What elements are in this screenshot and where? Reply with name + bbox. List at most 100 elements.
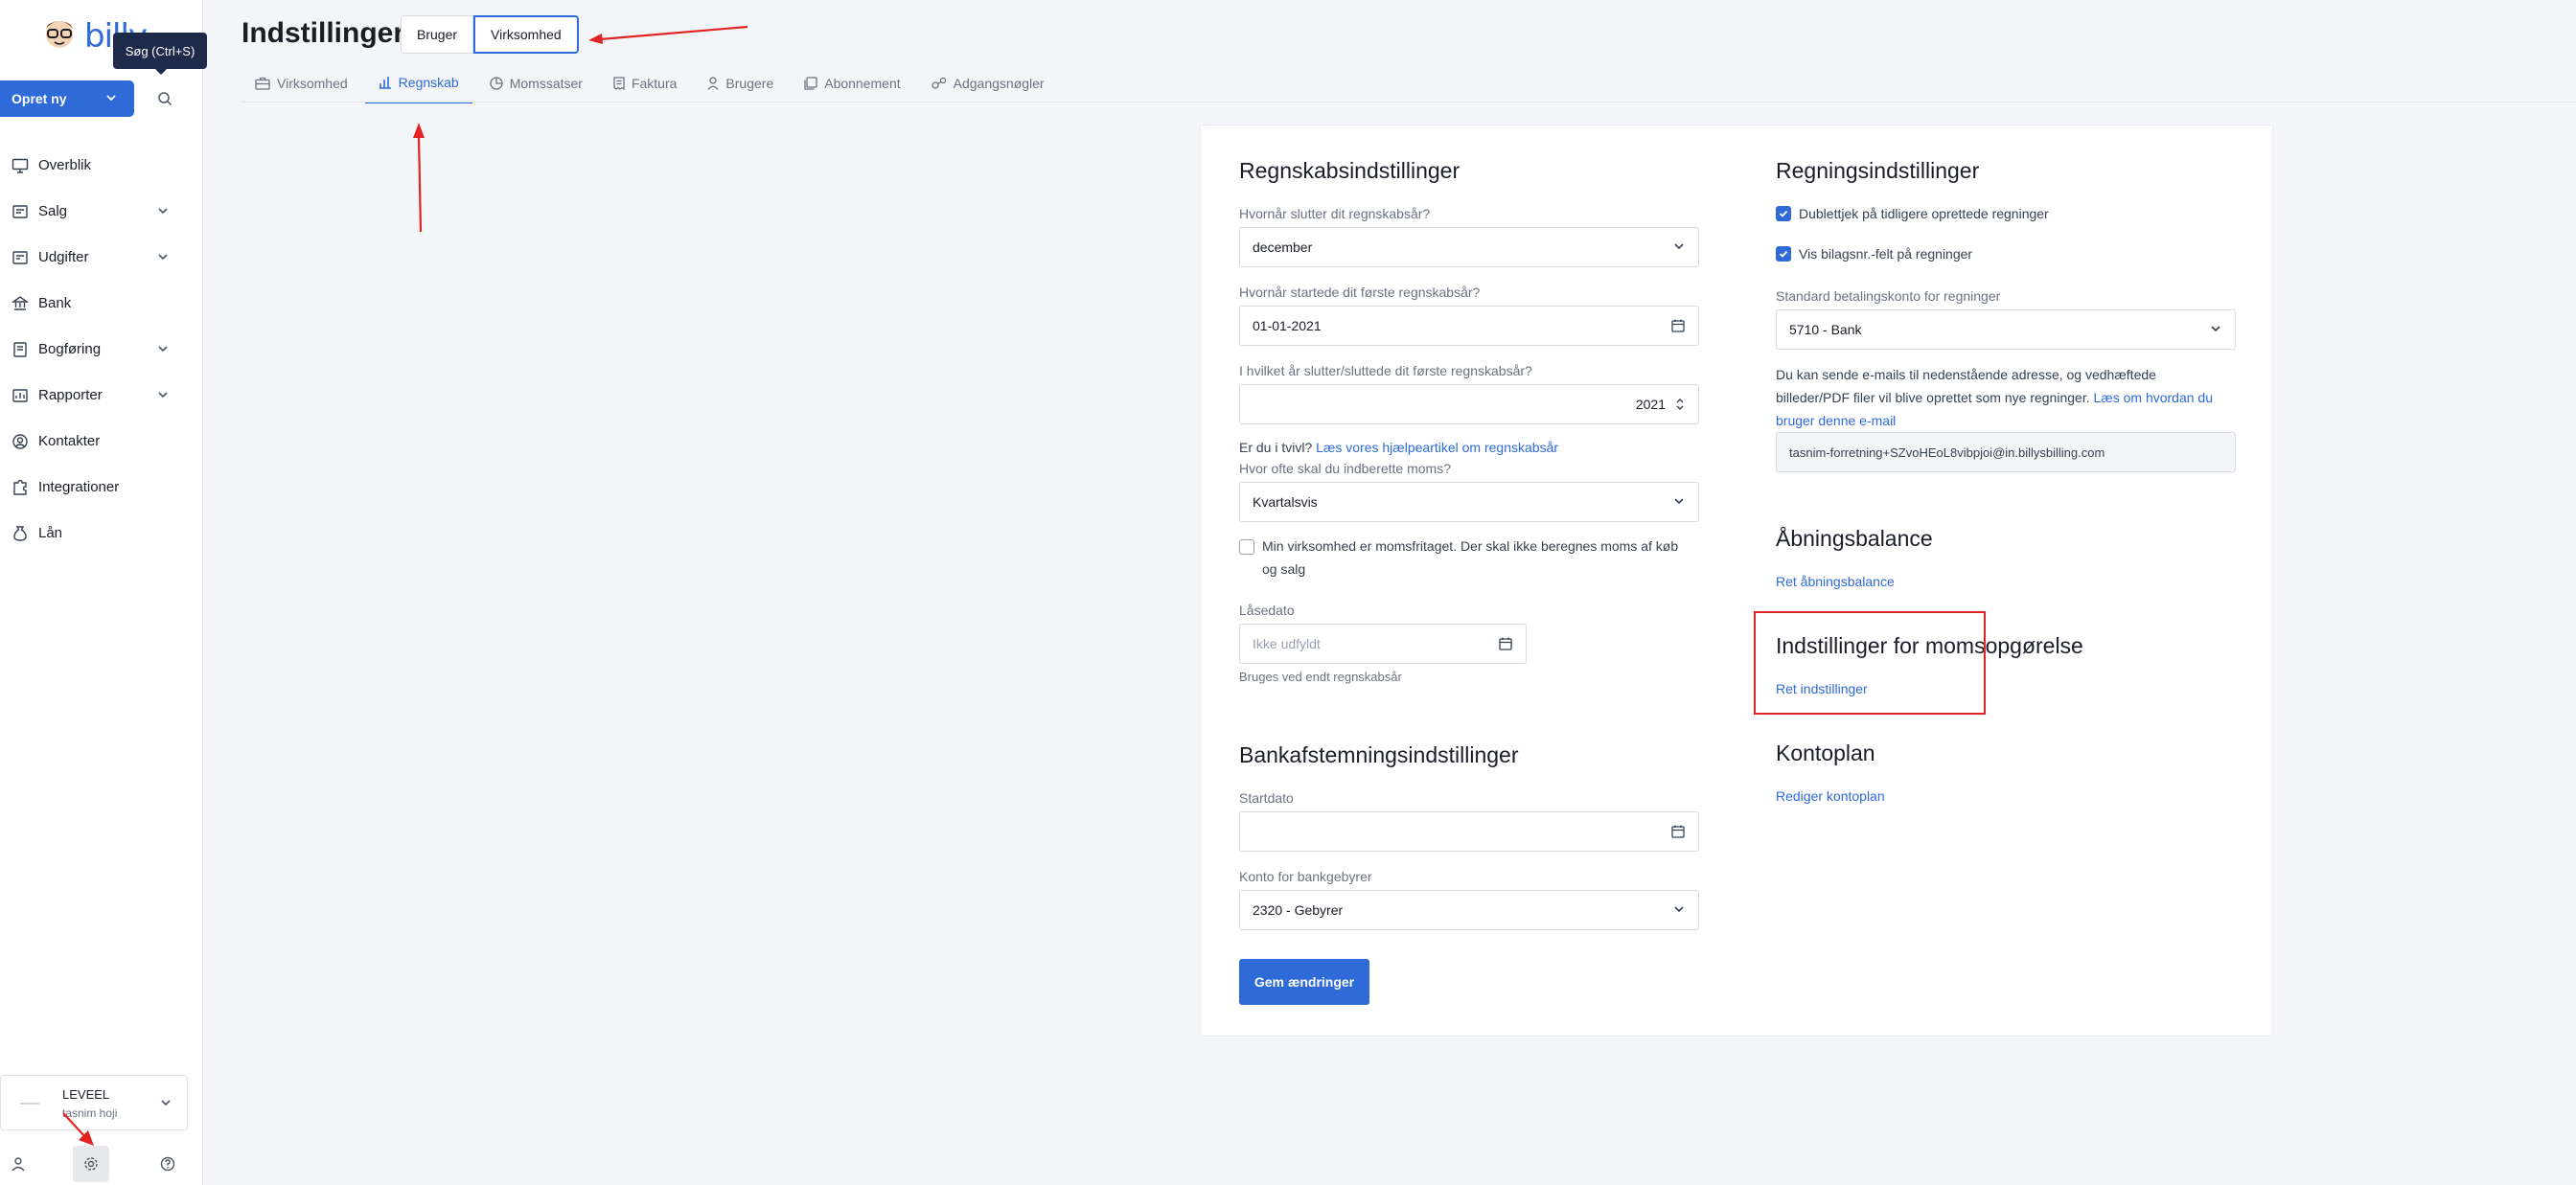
chevron-down-icon bbox=[106, 95, 116, 102]
bill-email-address-field[interactable]: tasnim-forretning+SZvoHEoL8vibpjoi@in.bi… bbox=[1776, 432, 2236, 472]
create-new-label: Opret ny bbox=[12, 91, 67, 106]
briefcase-icon bbox=[255, 77, 270, 90]
vat-exempt-checkbox[interactable] bbox=[1239, 539, 1254, 555]
show-voucher-label: Vis bilagsnr.-felt på regninger bbox=[1799, 246, 1973, 262]
first-fiscal-year-start-value: 01-01-2021 bbox=[1253, 318, 1322, 333]
save-button[interactable]: Gem ændringer bbox=[1239, 959, 1369, 1005]
bank-icon bbox=[12, 296, 29, 310]
sidebar-item-integrationer[interactable]: Integrationer bbox=[0, 464, 203, 510]
user-icon bbox=[12, 1157, 25, 1172]
email-help-link-part-2[interactable]: bruger denne e-mail bbox=[1776, 413, 1896, 428]
sidebar-item-label: Bogføring bbox=[38, 340, 102, 357]
tab-virksomhed[interactable]: Virksomhed bbox=[242, 63, 361, 103]
sidebar-item-rapporter[interactable]: Rapporter bbox=[0, 372, 203, 418]
annotation-arrow-segment bbox=[588, 25, 748, 44]
help-article-link[interactable]: Læs vores hjælpeartikel om regnskabsår bbox=[1316, 440, 1558, 455]
tab-regnskab[interactable]: Regnskab bbox=[364, 63, 472, 103]
profile-button[interactable] bbox=[0, 1146, 36, 1182]
duplicate-check-label: Dublettjek på tidligere oprettede regnin… bbox=[1799, 206, 2049, 221]
bank-fee-account-label: Konto for bankgebyrer bbox=[1239, 869, 1372, 884]
annotation-arrow-settings bbox=[62, 1112, 94, 1146]
fiscal-year-end-value: december bbox=[1253, 239, 1313, 255]
sidebar-item-kontakter[interactable]: Kontakter bbox=[0, 418, 203, 464]
org-avatar-icon bbox=[20, 1103, 39, 1105]
email-help-link-part-1[interactable]: Læs om hvordan du bbox=[2093, 390, 2213, 405]
sidebar-item-bogforing[interactable]: Bogføring bbox=[0, 326, 203, 372]
sidebar-item-salg[interactable]: Salg bbox=[0, 188, 203, 234]
vat-exempt-line-1: Min virksomhed er momsfritaget. Der skal… bbox=[1262, 538, 1679, 554]
first-fiscal-year-end-label: I hvilket år slutter/sluttede dit første… bbox=[1239, 363, 1532, 378]
sidebar-item-udgifter[interactable]: Udgifter bbox=[0, 234, 203, 280]
first-fiscal-year-end-value: 2021 bbox=[1635, 397, 1666, 412]
start-date-input[interactable] bbox=[1239, 811, 1699, 852]
tab-adgangsnogler[interactable]: Adgangsnøgler bbox=[918, 63, 1058, 103]
first-fiscal-year-start-input[interactable]: 01-01-2021 bbox=[1239, 306, 1699, 346]
opening-balance-title: Åbningsbalance bbox=[1776, 526, 1933, 551]
segment-virksomhed[interactable]: Virksomhed bbox=[473, 15, 579, 54]
fiscal-year-end-select[interactable]: december bbox=[1239, 227, 1699, 267]
tab-label: Brugere bbox=[725, 76, 774, 91]
vat-exempt-line-2: og salg bbox=[1262, 561, 1306, 577]
email-info-line-2: billeder/PDF filer vil blive oprettet so… bbox=[1776, 390, 2090, 405]
payment-account-select[interactable]: 5710 - Bank bbox=[1776, 309, 2236, 350]
calendar-icon bbox=[1671, 825, 1685, 838]
sidebar-item-bank[interactable]: Bank bbox=[0, 280, 203, 326]
tab-label: Faktura bbox=[631, 76, 678, 91]
sidebar-item-label: Salg bbox=[38, 202, 68, 219]
sidebar-nav: Overblik Salg Udgifter Bank Bogføring Ra… bbox=[0, 142, 203, 556]
vat-frequency-select[interactable]: Kvartalsvis bbox=[1239, 482, 1699, 522]
sidebar-footer bbox=[0, 1146, 203, 1184]
bank-fee-account-value: 2320 - Gebyrer bbox=[1253, 902, 1344, 918]
puzzle-icon bbox=[13, 479, 27, 495]
tab-momssatser[interactable]: Momssatser bbox=[476, 63, 596, 103]
sidebar-item-label: Udgifter bbox=[38, 248, 89, 265]
chevron-down-icon bbox=[1674, 243, 1684, 250]
billy-face-icon bbox=[46, 21, 73, 48]
settings-button[interactable] bbox=[73, 1146, 109, 1182]
chevron-down-icon bbox=[158, 346, 168, 353]
show-voucher-checkbox[interactable] bbox=[1776, 246, 1791, 262]
sidebar: billy Søg (Ctrl+S) Opret ny Overblik Sal… bbox=[0, 0, 207, 1185]
bank-fee-account-select[interactable]: 2320 - Gebyrer bbox=[1239, 890, 1699, 930]
page-title: Indstillinger bbox=[242, 17, 405, 49]
payment-account-value: 5710 - Bank bbox=[1789, 322, 1862, 337]
first-fiscal-year-end-stepper[interactable]: 2021 bbox=[1239, 384, 1699, 424]
lock-date-hint: Bruges ved endt regnskabsår bbox=[1239, 670, 1402, 684]
tab-faktura[interactable]: Faktura bbox=[600, 63, 690, 103]
help-icon bbox=[160, 1156, 175, 1172]
stepper-arrows-icon bbox=[1676, 399, 1684, 410]
search-button[interactable] bbox=[151, 84, 178, 113]
chevron-down-icon bbox=[158, 254, 168, 261]
help-button[interactable] bbox=[150, 1146, 186, 1182]
tab-label: Adgangsnøgler bbox=[953, 76, 1045, 91]
email-info-line-1: Du kan sende e-mails til nedenstående ad… bbox=[1776, 367, 2156, 382]
gear-icon bbox=[84, 1157, 98, 1171]
lock-date-input[interactable]: Ikke udfyldt bbox=[1239, 624, 1527, 664]
fiscal-year-end-label: Hvornår slutter dit regnskabsår? bbox=[1239, 206, 1431, 221]
bill-settings-title: Regningsindstillinger bbox=[1776, 158, 1980, 183]
chevron-down-icon bbox=[161, 1100, 171, 1106]
create-new-button[interactable]: Opret ny bbox=[0, 80, 134, 117]
sidebar-item-overblik[interactable]: Overblik bbox=[0, 142, 203, 188]
annotation-highlight-box bbox=[1754, 611, 1986, 715]
tabs-divider bbox=[242, 102, 2576, 103]
edit-chart-of-accounts-link[interactable]: Rediger kontoplan bbox=[1776, 788, 1885, 804]
payment-account-label: Standard betalingskonto for regninger bbox=[1776, 288, 2001, 304]
search-tooltip: Søg (Ctrl+S) bbox=[113, 33, 207, 75]
tab-abonnement[interactable]: Abonnement bbox=[791, 63, 913, 103]
tab-label: Abonnement bbox=[824, 76, 901, 91]
duplicate-check-checkbox[interactable] bbox=[1776, 206, 1791, 221]
invoice-icon bbox=[613, 77, 625, 90]
tab-brugere[interactable]: Brugere bbox=[694, 63, 787, 103]
email-info-text: Du kan sende e-mails til nedenstående ad… bbox=[1776, 363, 2240, 432]
bank-reconciliation-title: Bankafstemningsindstillinger bbox=[1239, 742, 1519, 767]
vat-frequency-value: Kvartalsvis bbox=[1253, 494, 1318, 510]
chevron-down-icon bbox=[1674, 906, 1684, 913]
first-fiscal-year-start-label: Hvornår startede dit første regnskabsår? bbox=[1239, 285, 1481, 300]
tab-label: Regnskab bbox=[398, 75, 459, 90]
pie-chart-icon bbox=[490, 77, 503, 90]
sidebar-item-label: Kontakter bbox=[38, 432, 101, 449]
sidebar-item-lan[interactable]: Lån bbox=[0, 510, 203, 556]
edit-opening-balance-link[interactable]: Ret åbningsbalance bbox=[1776, 574, 1895, 589]
segment-bruger[interactable]: Bruger bbox=[401, 15, 474, 54]
